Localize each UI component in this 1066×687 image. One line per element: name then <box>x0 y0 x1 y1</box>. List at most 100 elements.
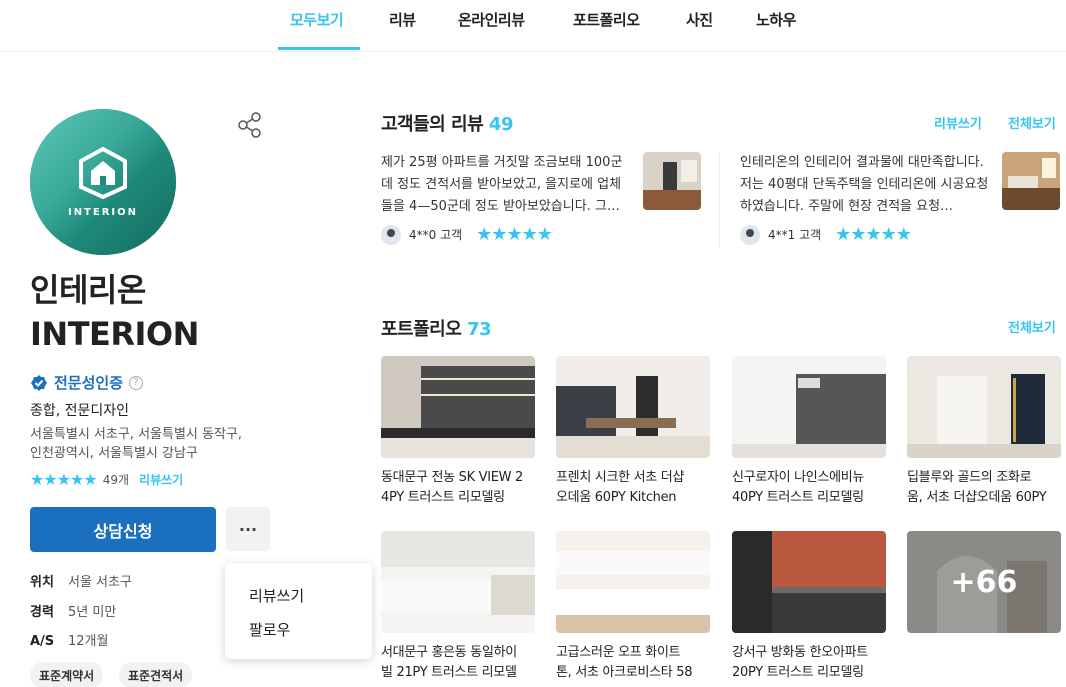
reviews-write-link[interactable]: 리뷰쓰기 <box>934 113 982 132</box>
top-tab-bar: 모두보기 리뷰 온라인리뷰 포트폴리오 사진 노하우 <box>0 0 1066 52</box>
info-key: 위치 <box>30 575 54 590</box>
company-category: 종합, 전문디자인 <box>30 403 130 419</box>
logo-text: INTERION <box>67 207 139 218</box>
portfolio-caption: 동대문구 전농 SK VIEW 2 4PY 트러스트 리모델링 <box>381 468 535 508</box>
portfolio-caption-line: 강서구 방화동 한오아파트 <box>732 645 868 660</box>
portfolio-view-all-link[interactable]: 전체보기 <box>1008 317 1056 336</box>
portfolio-caption: 고급스러운 오프 화이트 톤, 서초 아크로비스타 58 <box>556 643 710 683</box>
active-tab-indicator <box>278 47 360 50</box>
portfolio-caption: 딥블루와 골드의 조화로 움, 서초 더샵오데움 60PY <box>907 468 1061 508</box>
review-meta: 4**1 고객 ★★★★★ <box>740 224 912 245</box>
portfolio-section-title: 포트폴리오 73 <box>381 315 492 341</box>
review-thumbnail <box>643 152 701 210</box>
tab-portfolio[interactable]: 포트폴리오 <box>573 9 640 30</box>
info-value: 5년 미만 <box>68 605 117 620</box>
portfolio-more-tile[interactable]: +66 <box>907 531 1061 633</box>
reviews-view-all-link[interactable]: 전체보기 <box>1008 113 1056 132</box>
info-value: 서울 서초구 <box>68 575 132 590</box>
portfolio-caption-line: 40PY 트러스트 리모델링 <box>732 490 864 505</box>
portfolio-caption-line: 서대문구 홍은동 동일하이 <box>381 645 517 660</box>
reviews-section-title: 고객들의 리뷰 49 <box>381 110 513 136</box>
tab-photos[interactable]: 사진 <box>686 9 713 30</box>
review-author: 4**1 고객 <box>768 228 822 242</box>
rating-stars: ★★★★★ <box>30 470 98 489</box>
portfolio-caption-line: 프렌치 시크한 서초 더샵 <box>556 470 685 485</box>
reviews-count: 49 <box>488 114 514 135</box>
portfolio-card[interactable]: 고급스러운 오프 화이트 톤, 서초 아크로비스타 58 <box>556 531 710 683</box>
review-meta: 4**0 고객 ★★★★★ <box>381 224 553 245</box>
info-key: A/S <box>30 634 55 649</box>
portfolio-caption-line: 신구로자이 나인스에비뉴 <box>732 470 865 485</box>
portfolio-image <box>732 356 886 458</box>
avatar <box>381 224 401 245</box>
service-areas: 서울특별시 서초구, 서울특별시 동작구, 인천광역시, 서울특별시 강남구 <box>30 425 270 463</box>
company-logo: INTERION <box>30 109 176 255</box>
info-as: A/S 12개월 <box>30 630 108 649</box>
help-icon[interactable]: ? <box>129 375 144 390</box>
verified-label: 전문성인증 <box>54 374 124 392</box>
portfolio-image <box>732 531 886 633</box>
standard-contract-badge: 표준계약서 <box>30 662 104 687</box>
reviews-title-text: 고객들의 리뷰 <box>381 114 484 135</box>
portfolio-caption-line: 빌 21PY 트러스트 리모델 <box>381 665 517 680</box>
portfolio-card[interactable]: 동대문구 전농 SK VIEW 2 4PY 트러스트 리모델링 <box>381 356 535 508</box>
portfolio-card[interactable]: 딥블루와 골드의 조화로 움, 서초 더샵오데움 60PY <box>907 356 1061 508</box>
portfolio-card[interactable]: 강서구 방화동 한오아파트 20PY 트러스트 리모델링 <box>732 531 886 683</box>
portfolio-image <box>556 356 710 458</box>
portfolio-caption: 신구로자이 나인스에비뉴 40PY 트러스트 리모델링 <box>732 468 886 508</box>
expert-verification: 전문성인증 ? <box>30 372 144 393</box>
portfolio-caption: 프렌치 시크한 서초 더샵 오데움 60PY Kitchen <box>556 468 710 508</box>
review-card[interactable]: 인테리온의 인테리어 결과물에 대만족합니다. 저는 40평대 단독주택을 인테… <box>740 152 1060 252</box>
company-name-korean: 인테리온 <box>30 271 146 309</box>
tab-online-reviews[interactable]: 온라인리뷰 <box>458 9 525 30</box>
portfolio-card[interactable]: 신구로자이 나인스에비뉴 40PY 트러스트 리모델링 <box>732 356 886 508</box>
company-name-english: INTERION <box>30 315 199 353</box>
portfolio-image <box>381 531 535 633</box>
verified-badge-icon <box>31 374 47 391</box>
info-location: 위치 서울 서초구 <box>30 571 132 590</box>
info-value: 12개월 <box>68 634 109 649</box>
tab-all[interactable]: 모두보기 <box>290 9 344 30</box>
review-count: 49개 <box>102 473 130 487</box>
share-icon[interactable] <box>236 111 264 139</box>
menu-item-follow[interactable]: 팔로우 <box>249 619 290 640</box>
more-options-button[interactable]: ··· <box>226 507 270 551</box>
standard-estimate-badge: 표준견적서 <box>119 662 193 687</box>
info-key: 경력 <box>30 605 54 620</box>
portfolio-title-text: 포트폴리오 <box>381 319 462 340</box>
tab-reviews[interactable]: 리뷰 <box>389 9 416 30</box>
portfolio-more-count: +66 <box>907 531 1061 633</box>
review-card[interactable]: 제가 25평 아파트를 거짓말 조금보태 100군데 정도 견적서를 받아보았고… <box>381 152 701 252</box>
menu-item-write-review[interactable]: 리뷰쓰기 <box>249 585 304 606</box>
tab-knowhow[interactable]: 노하우 <box>756 9 796 30</box>
portfolio-caption: 강서구 방화동 한오아파트 20PY 트러스트 리모델링 <box>732 643 886 683</box>
avatar <box>740 224 760 245</box>
portfolio-image <box>556 531 710 633</box>
portfolio-caption-line: 움, 서초 더샵오데움 60PY <box>907 490 1047 505</box>
service-areas-line: 서울특별시 서초구, 서울특별시 동작구, <box>30 427 243 442</box>
review-divider <box>719 152 720 248</box>
portfolio-image <box>907 356 1061 458</box>
portfolio-count: 73 <box>467 319 492 340</box>
consult-request-button[interactable]: 상담신청 <box>30 507 216 552</box>
review-thumbnail <box>1002 152 1060 210</box>
service-areas-line: 인천광역시, 서울특별시 강남구 <box>30 446 198 461</box>
portfolio-card[interactable]: 프렌치 시크한 서초 더샵 오데움 60PY Kitchen <box>556 356 710 508</box>
review-author: 4**0 고객 <box>409 228 463 242</box>
portfolio-caption-line: 고급스러운 오프 화이트 <box>556 645 681 660</box>
portfolio-card[interactable]: 서대문구 홍은동 동일하이 빌 21PY 트러스트 리모델 <box>381 531 535 683</box>
review-text: 인테리온의 인테리어 결과물에 대만족합니다. 저는 40평대 단독주택을 인테… <box>740 155 989 214</box>
portfolio-caption-line: 톤, 서초 아크로비스타 58 <box>556 665 693 680</box>
info-career: 경력 5년 미만 <box>30 601 116 620</box>
portfolio-caption: 서대문구 홍은동 동일하이 빌 21PY 트러스트 리모델 <box>381 643 535 683</box>
review-stars: ★★★★★ <box>835 224 912 245</box>
portfolio-caption-line: 동대문구 전농 SK VIEW 2 <box>381 470 524 485</box>
portfolio-caption-line: 4PY 트러스트 리모델링 <box>381 490 505 505</box>
house-logo-icon <box>79 147 127 199</box>
write-review-link[interactable]: 리뷰쓰기 <box>139 471 183 488</box>
portfolio-caption-line: 오데움 60PY Kitchen <box>556 490 677 505</box>
portfolio-caption-line: 딥블루와 골드의 조화로 <box>907 470 1032 485</box>
review-text: 제가 25평 아파트를 거짓말 조금보태 100군데 정도 견적서를 받아보았고… <box>381 155 623 214</box>
company-rating: ★★★★★ 49개 리뷰쓰기 <box>30 470 183 489</box>
review-stars: ★★★★★ <box>476 224 553 245</box>
